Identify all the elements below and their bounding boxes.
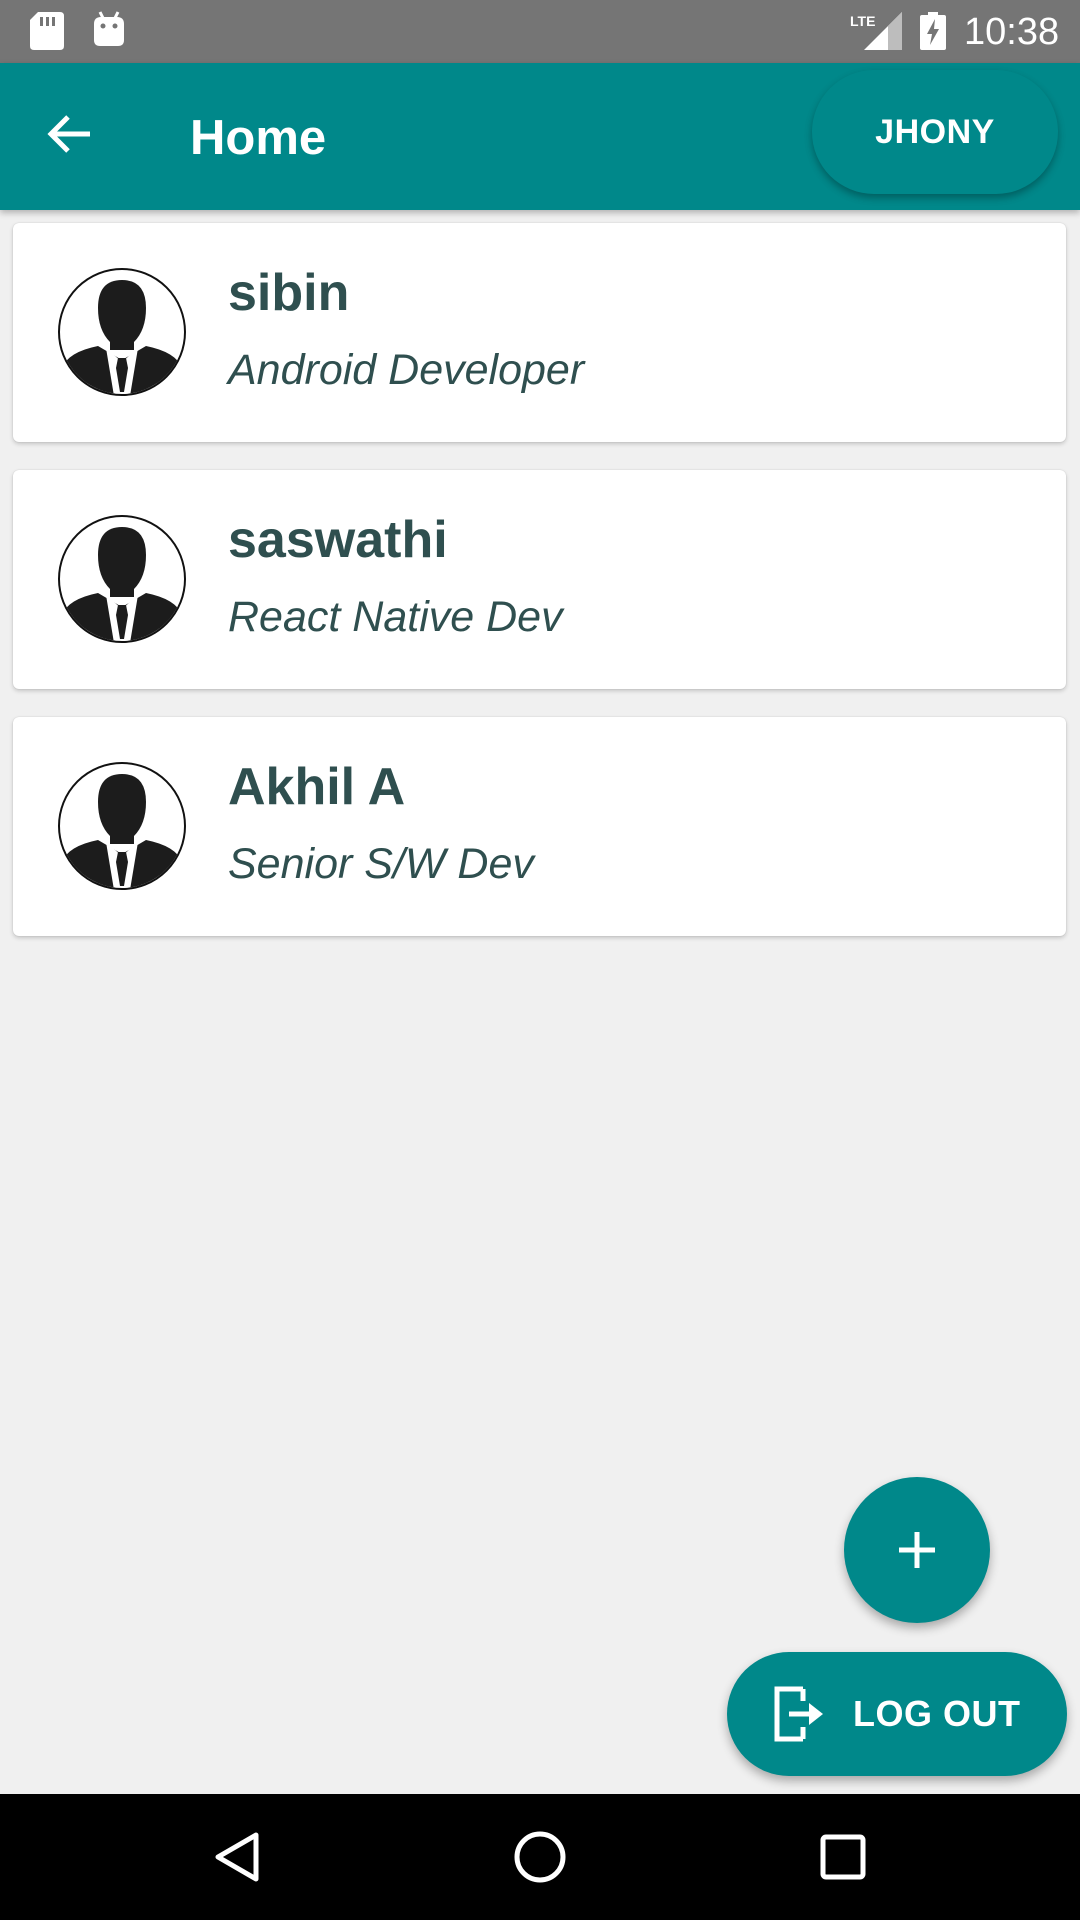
card-role: Senior S/W Dev xyxy=(228,840,534,888)
page-title: Home xyxy=(190,111,327,165)
card-role: Android Developer xyxy=(228,346,585,394)
avatar-icon xyxy=(58,515,186,643)
avatar-icon xyxy=(58,268,186,396)
status-time: 10:38 xyxy=(964,11,1060,53)
svg-text:LTE: LTE xyxy=(850,13,875,29)
avatar-icon xyxy=(58,762,186,890)
battery-charging-icon xyxy=(920,12,946,55)
lte-signal-icon: LTE xyxy=(850,12,902,55)
card-name: sibin xyxy=(228,264,350,322)
list-item[interactable]: Akhil A Senior S/W Dev xyxy=(13,717,1066,936)
back-triangle-icon xyxy=(215,1832,259,1882)
add-button[interactable] xyxy=(844,1477,990,1623)
nav-recents-button[interactable] xyxy=(810,1824,876,1890)
status-bar: LTE 10:38 xyxy=(0,0,1080,63)
sd-card-icon xyxy=(30,12,64,55)
exit-icon xyxy=(774,1686,823,1742)
arrow-back-icon xyxy=(47,115,90,153)
user-button[interactable]: JHONY xyxy=(812,70,1058,194)
nav-back-button[interactable] xyxy=(204,1824,270,1890)
logout-label: LOG OUT xyxy=(853,1693,1021,1734)
android-icon xyxy=(92,10,126,53)
back-button[interactable] xyxy=(38,103,100,165)
list-item[interactable]: sibin Android Developer xyxy=(13,223,1066,442)
card-name: Akhil A xyxy=(228,758,406,816)
card-role: React Native Dev xyxy=(228,593,563,641)
home-circle-icon xyxy=(514,1831,566,1883)
nav-home-button[interactable] xyxy=(507,1824,573,1890)
logout-button[interactable]: LOG OUT xyxy=(727,1652,1067,1776)
recents-square-icon xyxy=(820,1834,866,1880)
plus-icon xyxy=(899,1532,935,1568)
card-name: saswathi xyxy=(228,511,448,569)
app-bar: Home JHONY xyxy=(0,63,1080,210)
list-item[interactable]: saswathi React Native Dev xyxy=(13,470,1066,689)
system-nav-bar xyxy=(0,1794,1080,1920)
